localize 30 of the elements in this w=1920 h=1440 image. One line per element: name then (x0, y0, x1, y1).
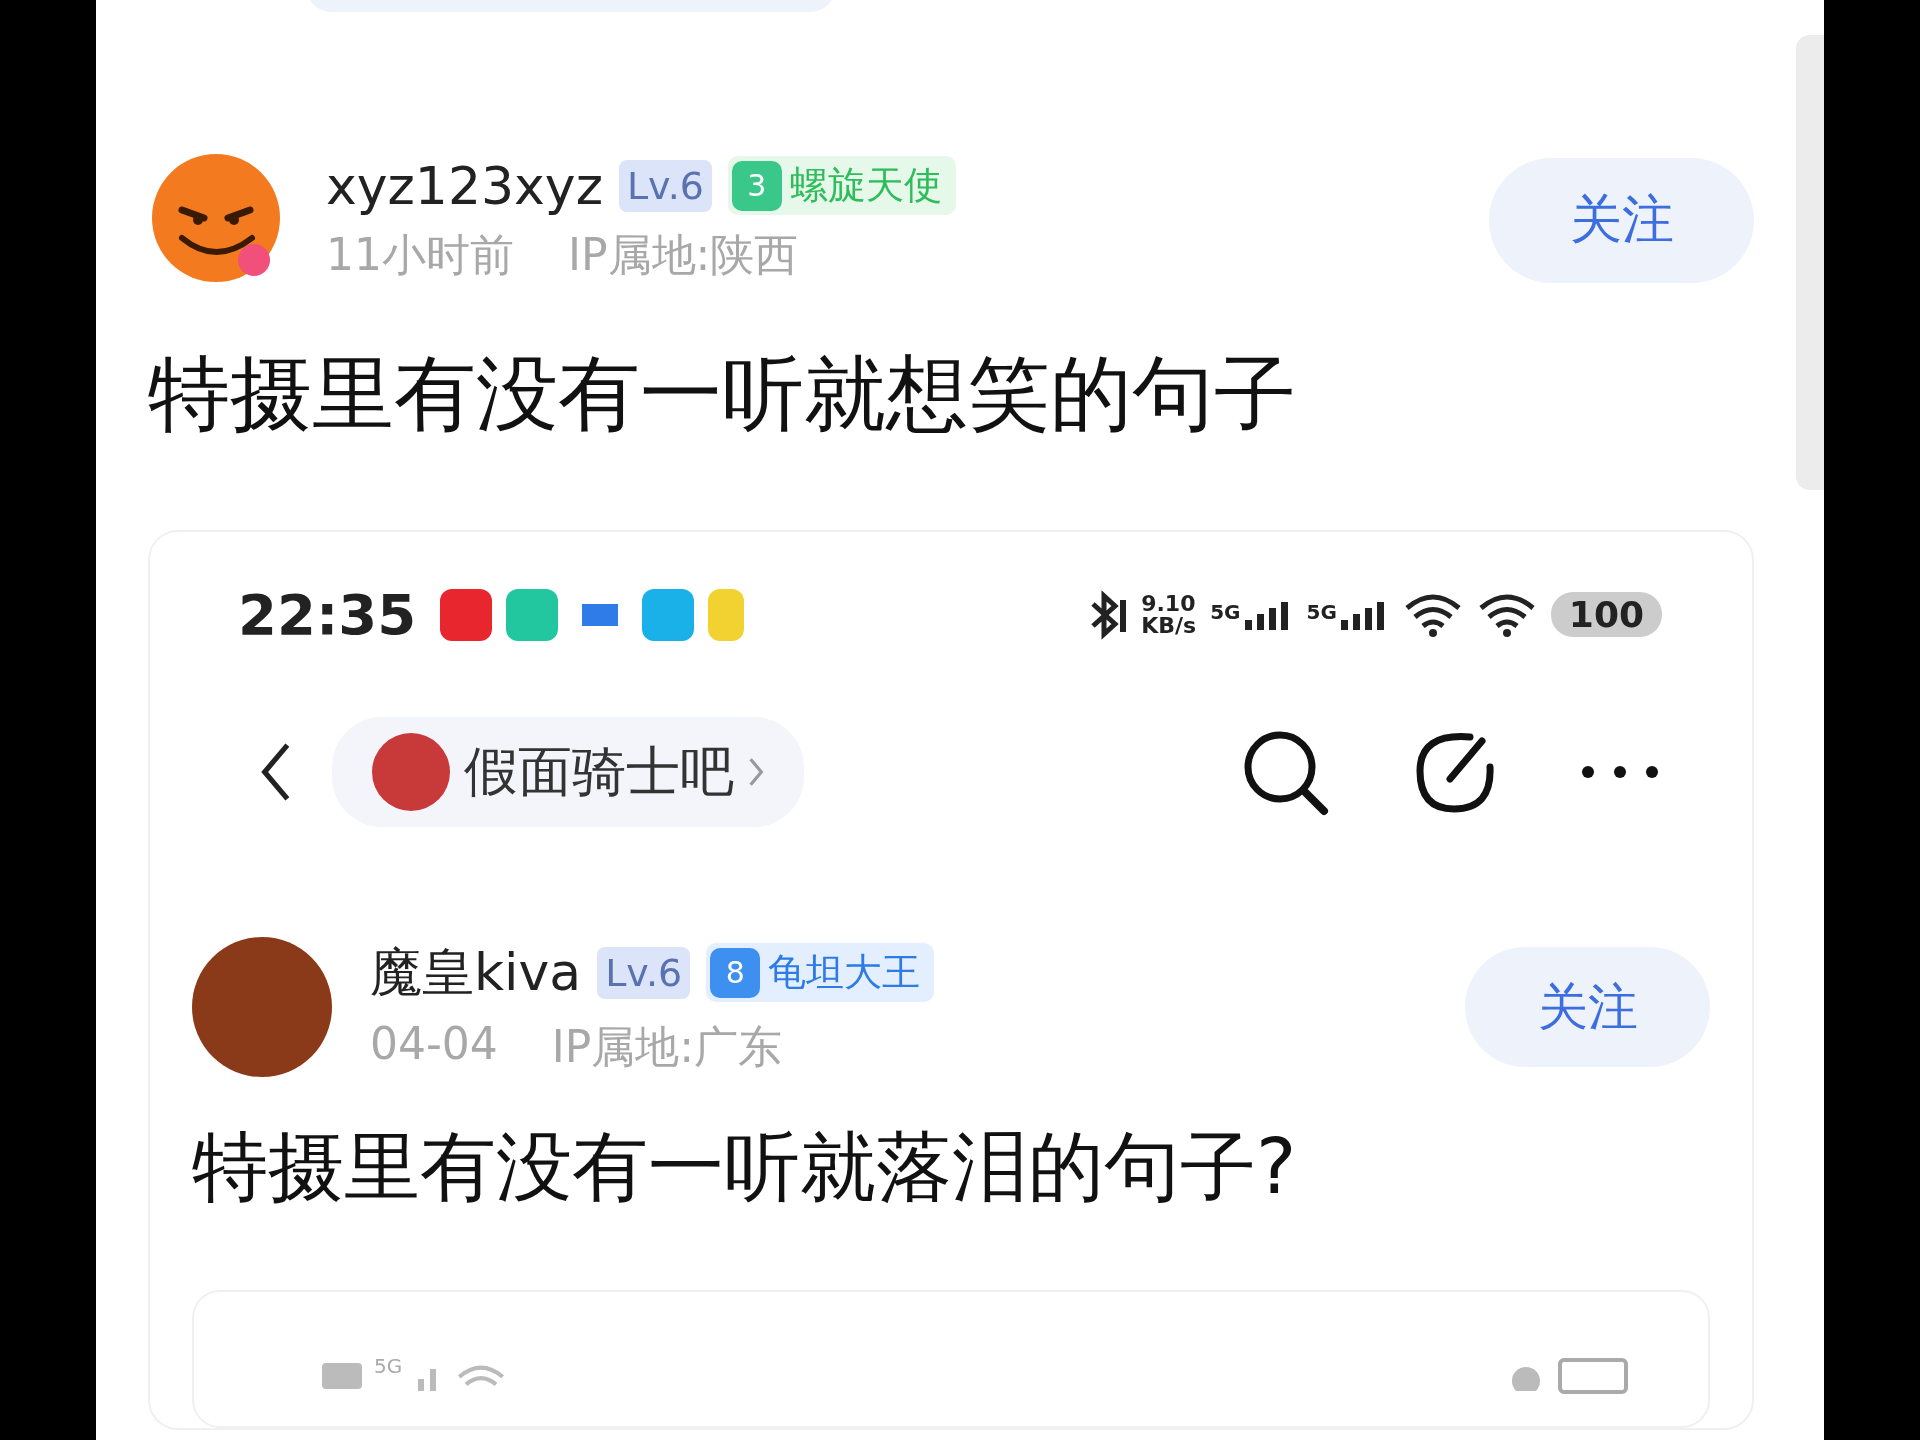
badge-title: 龟坦大王 (768, 949, 921, 996)
battery-icon (1558, 1358, 1628, 1394)
hd-icon (322, 1363, 362, 1389)
post-time: 11小时前 (326, 227, 514, 282)
level-badge: Lv.6 (618, 159, 712, 212)
ip-location: IP属地:陕西 (568, 227, 799, 282)
chevron-icon (748, 756, 764, 788)
ip-location: IP属地:广东 (551, 1019, 783, 1074)
app-notification-icon (440, 588, 493, 641)
username[interactable]: xyz123xyz (326, 155, 603, 216)
follow-button[interactable]: 关注 (1465, 947, 1710, 1067)
post-title: 特摄里有没有一听就落泪的句子? (192, 1121, 1298, 1213)
speed-unit: KB/s (1141, 614, 1197, 637)
post-title: 特摄里有没有一听就想笑的句子 (148, 345, 1297, 443)
status-time: 22:35 (238, 582, 417, 647)
post-time: 04-04 (370, 1017, 498, 1071)
username[interactable]: 魔皇kiva (370, 937, 582, 1008)
network-type: 5G (1306, 599, 1337, 624)
forum-button[interactable]: 假面骑士吧 (332, 717, 804, 827)
diamond-badge-number: 8 (710, 947, 761, 998)
network-type: 5G (374, 1354, 403, 1378)
battery-indicator: 100 (1550, 592, 1662, 637)
badge-title: 螺旋天使 (789, 162, 942, 209)
diamond-badge-number: 3 (731, 160, 782, 211)
more-icon[interactable] (1580, 764, 1660, 780)
back-icon[interactable] (260, 741, 292, 803)
level-badge: Lv.6 (597, 946, 691, 999)
follow-button[interactable]: 关注 (1489, 157, 1754, 283)
network-speed: 9.10 (1141, 592, 1197, 615)
network-type: 5G (1210, 599, 1241, 624)
